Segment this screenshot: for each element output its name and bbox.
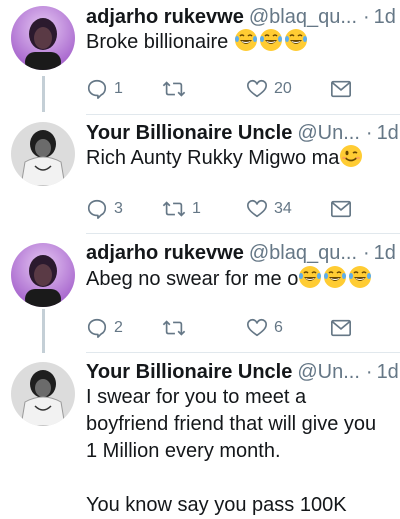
display-name[interactable]: adjarho rukevwe <box>86 242 244 265</box>
like-count: 6 <box>274 319 283 336</box>
reply-count: 1 <box>114 80 123 97</box>
heart-icon <box>247 318 267 337</box>
envelope-icon <box>331 80 351 98</box>
avatar[interactable] <box>11 362 75 426</box>
dm-button[interactable] <box>330 76 352 102</box>
reply-button[interactable]: 2 <box>86 315 123 341</box>
avatar[interactable] <box>11 243 75 307</box>
tweet[interactable]: Your Billionaire Uncle @Un... · 1d I swe… <box>0 354 400 516</box>
retweet-button[interactable]: 1 <box>162 196 201 222</box>
laughing-tears-emoji-icon <box>299 266 322 288</box>
tweet[interactable]: Your Billionaire Uncle @Un... · 1d Rich … <box>0 116 400 234</box>
thread-line <box>42 309 45 353</box>
tweet-actions: 1 20 <box>86 76 390 102</box>
wink-emoji-icon <box>340 145 363 167</box>
laughing-tears-emoji-icon <box>349 266 372 288</box>
envelope-icon <box>331 200 351 218</box>
tweet-header: adjarho rukevwe @blaq_qu... · 1d <box>86 239 396 267</box>
dm-button[interactable] <box>330 315 352 341</box>
retweet-button[interactable] <box>162 76 192 102</box>
emoji-run <box>228 29 309 53</box>
tweet-header: Your Billionaire Uncle @Un... · 1d <box>86 358 399 386</box>
username[interactable]: @Un... <box>297 122 360 145</box>
separator-dot: · <box>365 121 373 144</box>
like-button[interactable]: 34 <box>246 196 292 222</box>
like-count: 20 <box>274 80 292 97</box>
tweet[interactable]: adjarho rukevwe @blaq_qu... · 1d Broke b… <box>0 0 400 115</box>
like-count: 34 <box>274 200 292 217</box>
username[interactable]: @Un... <box>297 361 360 384</box>
reply-icon <box>87 199 107 219</box>
tweet-text: Broke billionaire <box>86 28 388 56</box>
retweet-icon <box>162 320 186 336</box>
timestamp[interactable]: 1d <box>374 6 396 29</box>
laughing-tears-emoji-icon <box>284 29 307 51</box>
laughing-tears-emoji-icon <box>234 29 257 51</box>
timestamp[interactable]: 1d <box>374 242 396 265</box>
laughing-tears-emoji-icon <box>259 29 282 51</box>
username[interactable]: @blaq_qu... <box>249 6 357 29</box>
tweet-text: Abeg no swear for me o <box>86 265 388 293</box>
laughing-tears-emoji-icon <box>324 266 347 288</box>
retweet-count: 1 <box>192 200 201 217</box>
divider <box>86 114 400 115</box>
avatar[interactable] <box>11 6 75 70</box>
tweet-text-content: Abeg no swear for me o <box>86 268 299 290</box>
reply-button[interactable]: 1 <box>86 76 123 102</box>
separator-dot: · <box>365 360 373 383</box>
username[interactable]: @blaq_qu... <box>249 242 357 265</box>
tweet[interactable]: adjarho rukevwe @blaq_qu... · 1d Abeg no… <box>0 235 400 353</box>
reply-button[interactable]: 3 <box>86 196 123 222</box>
avatar[interactable] <box>11 122 75 186</box>
envelope-icon <box>331 319 351 337</box>
timestamp[interactable]: 1d <box>377 361 399 384</box>
reply-count: 2 <box>114 319 123 336</box>
heart-icon <box>247 199 267 218</box>
tweet-header: Your Billionaire Uncle @Un... · 1d <box>86 119 399 147</box>
tweet-text: I swear for you to meet a boyfriend frie… <box>86 386 377 516</box>
timestamp[interactable]: 1d <box>377 122 399 145</box>
retweet-icon <box>162 201 186 217</box>
separator-dot: · <box>363 241 370 264</box>
reply-count: 3 <box>114 200 123 217</box>
tweet-text: Rich Aunty Rukky Migwo ma <box>86 144 388 172</box>
like-button[interactable]: 6 <box>246 315 283 341</box>
retweet-button[interactable] <box>162 315 192 341</box>
tweet-text-content: Broke billionaire <box>86 31 229 53</box>
tweet-header: adjarho rukevwe @blaq_qu... · 1d <box>86 3 396 31</box>
reply-icon <box>87 318 107 338</box>
divider <box>86 352 400 353</box>
reply-icon <box>87 79 107 99</box>
separator-dot: · <box>363 5 370 28</box>
heart-icon <box>247 79 267 98</box>
display-name[interactable]: Your Billionaire Uncle <box>86 122 292 145</box>
display-name[interactable]: adjarho rukevwe <box>86 6 244 29</box>
tweet-actions: 3 1 34 <box>86 196 390 222</box>
retweet-icon <box>162 81 186 97</box>
tweet-text-content: Rich Aunty Rukky Migwo ma <box>86 147 340 169</box>
divider <box>86 233 400 234</box>
display-name[interactable]: Your Billionaire Uncle <box>86 361 292 384</box>
tweet-actions: 2 6 <box>86 315 390 341</box>
like-button[interactable]: 20 <box>246 76 292 102</box>
dm-button[interactable] <box>330 196 352 222</box>
